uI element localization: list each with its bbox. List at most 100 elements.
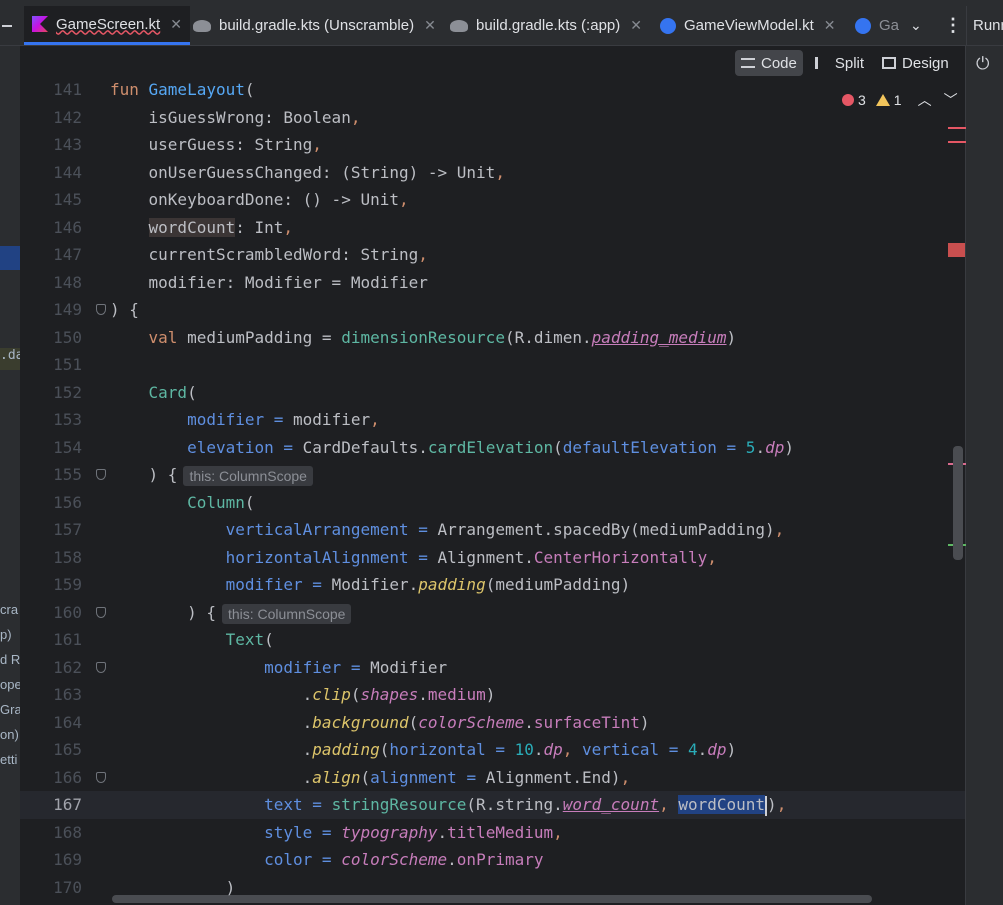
line-number: 153 — [53, 410, 82, 429]
code-text: ) {this: ColumnScope — [110, 599, 352, 627]
code-line[interactable]: 169 color = colorScheme.onPrimary — [20, 846, 965, 874]
code-text: .padding(horizontal = 10.dp, vertical = … — [302, 740, 737, 759]
code-line[interactable]: 165 .padding(horizontal = 10.dp, vertica… — [20, 736, 965, 764]
fold-icon[interactable] — [96, 304, 106, 315]
code-line[interactable]: 153 modifier = modifier, — [20, 406, 965, 434]
fold-icon[interactable] — [96, 772, 106, 783]
code-line[interactable]: 170 ) — [20, 874, 965, 902]
code-line[interactable]: 148 modifier: Modifier = Modifier — [20, 269, 965, 297]
tab-label: Ga — [879, 17, 900, 34]
close-icon[interactable]: ✕ — [170, 16, 182, 33]
code-line[interactable]: 154 elevation = CardDefaults.cardElevati… — [20, 434, 965, 462]
left-fragment: on) — [0, 727, 19, 742]
code-line[interactable]: 162 modifier = Modifier — [20, 654, 965, 682]
line-number: 146 — [53, 218, 82, 237]
close-icon[interactable]: ✕ — [424, 17, 436, 34]
design-view-button[interactable]: Design — [876, 50, 955, 76]
code-text: .background(colorScheme.surfaceTint) — [302, 713, 650, 732]
line-number: 160 — [53, 603, 82, 622]
code-line[interactable]: 141 fun GameLayout( — [20, 76, 965, 104]
close-icon[interactable]: ✕ — [630, 17, 642, 34]
split-view-button[interactable]: Split — [809, 50, 870, 76]
design-view-label: Design — [902, 54, 949, 72]
gradle-icon — [193, 19, 211, 32]
gradle-icon — [450, 19, 468, 32]
line-number: 156 — [53, 493, 82, 512]
tab-build-gradle-app[interactable]: build.gradle.kts (:app) ✕ — [450, 6, 642, 45]
code-text: onKeyboardDone: () -> Unit, — [148, 190, 409, 209]
code-text: Column( — [187, 493, 255, 512]
tab-list-button[interactable]: ⌄ — [910, 6, 922, 45]
split-view-icon — [814, 57, 829, 69]
code-line[interactable]: 146 wordCount: Int, — [20, 214, 965, 242]
tab-build-gradle-unscramble[interactable]: build.gradle.kts (Unscramble) ✕ — [193, 6, 436, 45]
line-number: 169 — [53, 850, 82, 869]
code-line[interactable]: 160 ) {this: ColumnScope — [20, 599, 965, 627]
code-text: onUserGuessChanged: (String) -> Unit, — [148, 163, 505, 182]
code-text: .align(alignment = Alignment.End), — [302, 768, 631, 787]
code-line[interactable]: 147 currentScrambledWord: String, — [20, 241, 965, 269]
tab-gameviewmodel[interactable]: GameViewModel.kt ✕ — [660, 6, 836, 45]
line-number: 161 — [53, 630, 82, 649]
line-number: 157 — [53, 520, 82, 539]
line-number: 164 — [53, 713, 82, 732]
code-line[interactable]: 150 val mediumPadding = dimensionResourc… — [20, 324, 965, 352]
code-line[interactable]: 159 modifier = Modifier.padding(mediumPa… — [20, 571, 965, 599]
code-line-current[interactable]: 167 text = stringResource(R.string.word_… — [20, 791, 965, 819]
close-icon[interactable]: ✕ — [824, 17, 836, 34]
line-number: 142 — [53, 108, 82, 127]
tab-scroll-left[interactable] — [2, 6, 12, 45]
tab-gamescreen[interactable]: GameScreen.kt ✕ — [24, 6, 190, 45]
code-text: val mediumPadding = dimensionResource(R.… — [148, 328, 737, 347]
code-view-label: Code — [761, 54, 797, 72]
code-text: ) {this: ColumnScope — [110, 461, 313, 489]
left-project-strip — [0, 46, 20, 905]
code-line[interactable]: 144 onUserGuessChanged: (String) -> Unit… — [20, 159, 965, 187]
code-text: horizontalAlignment = Alignment.CenterHo… — [225, 548, 717, 567]
code-line[interactable]: 158 horizontalAlignment = Alignment.Cent… — [20, 544, 965, 572]
run-panel-tab[interactable]: Runn — [966, 6, 1003, 45]
code-text: modifier = Modifier.padding(mediumPaddin… — [225, 575, 631, 594]
split-view-label: Split — [834, 54, 865, 72]
tab-label: GameScreen.kt — [56, 15, 161, 33]
tab-ga[interactable]: Ga — [855, 6, 905, 45]
line-number: 163 — [53, 685, 82, 704]
code-line[interactable]: 157 verticalArrangement = Arrangement.sp… — [20, 516, 965, 544]
code-line[interactable]: 151 — [20, 351, 965, 379]
more-options-button[interactable]: ⋮ — [944, 6, 962, 45]
code-line[interactable]: 145 onKeyboardDone: () -> Unit, — [20, 186, 965, 214]
tab-label: build.gradle.kts (:app) — [476, 17, 621, 34]
kotlin-class-icon — [660, 17, 676, 34]
code-line[interactable]: 152 Card( — [20, 379, 965, 407]
line-number: 170 — [53, 878, 82, 897]
code-line[interactable]: 143 userGuess: String, — [20, 131, 965, 159]
code-line[interactable]: 149) { — [20, 296, 965, 324]
code-line[interactable]: 163 .clip(shapes.medium) — [20, 681, 965, 709]
code-line[interactable]: 161 Text( — [20, 626, 965, 654]
fold-icon[interactable] — [96, 469, 106, 480]
code-text: .clip(shapes.medium) — [302, 685, 496, 704]
code-text: modifier = modifier, — [187, 410, 380, 429]
editor-tab-bar: GameScreen.kt ✕ build.gradle.kts (Unscra… — [0, 6, 1003, 46]
line-number: 150 — [53, 328, 82, 347]
left-fragment: Grad — [0, 702, 20, 717]
code-text: userGuess: String, — [148, 135, 322, 154]
line-number: 151 — [53, 355, 82, 374]
code-line[interactable]: 156 Column( — [20, 489, 965, 517]
code-line[interactable]: 155 ) {this: ColumnScope — [20, 461, 965, 489]
code-line[interactable]: 164 .background(colorScheme.surfaceTint) — [20, 709, 965, 737]
code-line[interactable]: 142 isGuessWrong: Boolean, — [20, 104, 965, 132]
code-line[interactable]: 168 style = typography.titleMedium, — [20, 819, 965, 847]
line-number: 154 — [53, 438, 82, 457]
view-mode-toolbar: Code Split Design — [735, 50, 955, 78]
code-view-button[interactable]: Code — [735, 50, 803, 76]
code-line[interactable]: 166 .align(alignment = Alignment.End), — [20, 764, 965, 792]
code-text: text = stringResource(R.string.word_coun… — [264, 795, 787, 816]
line-number: 145 — [53, 190, 82, 209]
power-icon[interactable]: ⏻ — [976, 54, 989, 74]
fold-icon[interactable] — [96, 662, 106, 673]
kotlin-file-icon — [32, 16, 48, 32]
fold-icon[interactable] — [96, 607, 106, 618]
code-text: ) { — [110, 300, 139, 319]
chevron-down-icon: ⌄ — [910, 17, 922, 33]
